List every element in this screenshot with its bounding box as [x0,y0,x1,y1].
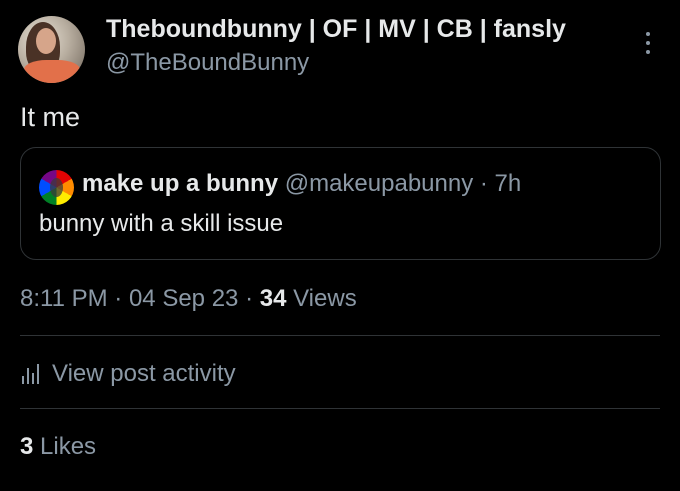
divider [20,335,660,336]
meta-separator: · [114,285,123,312]
tweet-text: It me [20,102,81,132]
author-handle[interactable]: @TheBoundBunny [106,49,309,77]
author-avatar[interactable] [18,16,85,83]
likes-link[interactable]: 3 Likes [20,433,96,461]
quoted-author-handle[interactable]: @makeupabunny [285,170,473,197]
bar-chart-icon [20,364,42,384]
quoted-timestamp[interactable]: 7h [495,170,522,197]
avatar-clothing-shape [24,60,80,83]
quoted-tweet-card[interactable]: make up a bunny @makeupabunny · 7h bunny… [20,147,661,260]
divider [20,408,660,409]
tweet-time[interactable]: 8:11 PM [20,285,108,312]
meta-separator: · [245,285,254,312]
view-post-activity-label: View post activity [52,360,236,387]
more-dot [646,50,650,54]
more-options-icon[interactable] [640,32,656,58]
author-display-name[interactable]: Theboundbunny | OF | MV | CB | fansly [106,15,566,44]
quoted-author-name[interactable]: make up a bunny [82,170,278,197]
likes-label: Likes [40,433,97,460]
likes-count: 3 [20,433,34,460]
quoted-separator: · [479,170,488,197]
quoted-author-avatar[interactable] [39,170,74,205]
tweet-detail: Theboundbunny | OF | MV | CB | fansly @T… [0,0,680,491]
more-dot [646,32,650,36]
views-count: 34 [259,285,287,312]
view-post-activity-button[interactable]: View post activity [20,360,236,388]
quoted-tweet-header: make up a bunny @makeupabunny · 7h [82,170,521,198]
more-dot [646,41,650,45]
tweet-meta: 8:11 PM · 04 Sep 23 · 34 Views [20,285,357,313]
quoted-tweet-text: bunny with a skill issue [39,210,284,237]
avatar-face-shape [36,28,56,54]
views-label: Views [293,285,357,312]
tweet-date[interactable]: 04 Sep 23 [129,285,238,312]
